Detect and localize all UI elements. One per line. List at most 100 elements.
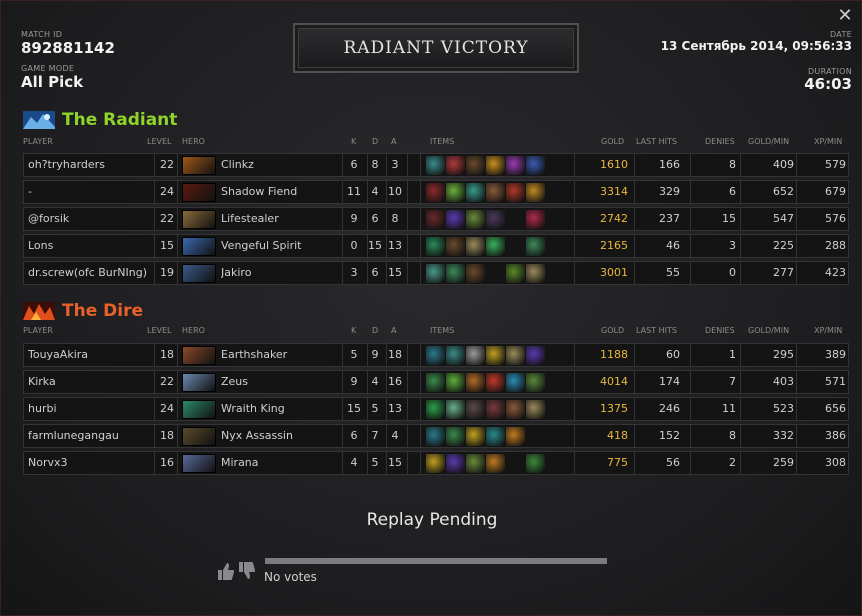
item-icon[interactable] [466,427,485,446]
item-icon[interactable] [466,264,485,283]
item-icon[interactable] [426,346,445,365]
column-header-gpm: GOLD/MIN [748,137,790,146]
item-icon[interactable] [426,427,445,446]
cell-player[interactable]: hurbi [28,398,153,420]
hero-portrait-icon[interactable] [182,264,216,283]
item-icon[interactable] [426,400,445,419]
item-icon[interactable] [486,427,505,446]
hero-portrait-icon[interactable] [182,237,216,256]
player-row[interactable]: hurbi 24 Wraith King 15 5 13 1375 246 11 523 656 [23,397,849,421]
item-icon[interactable] [446,156,465,175]
player-row[interactable]: TouyaAkira 18 Earthshaker 5 9 18 1188 60 1 295 389 [23,343,849,367]
item-icon[interactable] [426,183,445,202]
item-icon[interactable] [506,373,525,392]
cell-hero[interactable]: Zeus [221,371,341,393]
player-row[interactable]: Kirka 22 Zeus 9 4 16 4014 174 7 403 571 [23,370,849,394]
hero-portrait-icon[interactable] [182,156,216,175]
item-icon[interactable] [466,237,485,256]
item-icon[interactable] [526,346,545,365]
cell-hero[interactable]: Jakiro [221,262,341,284]
cell-player[interactable]: oh?tryharders [28,154,153,176]
item-icon[interactable] [466,210,485,229]
hero-portrait-icon[interactable] [182,346,216,365]
item-icon[interactable] [486,454,505,473]
item-icon[interactable] [446,183,465,202]
item-icon[interactable] [446,237,465,256]
item-icon[interactable] [486,237,505,256]
item-icon[interactable] [446,346,465,365]
item-icon[interactable] [446,373,465,392]
hero-portrait-icon[interactable] [182,373,216,392]
close-icon[interactable]: ✕ [837,7,853,25]
player-row[interactable]: farmlunegangau 18 Nyx Assassin 6 7 4 418 152 8 33… [23,424,849,448]
item-icon[interactable] [526,264,545,283]
item-icon[interactable] [446,427,465,446]
item-icon[interactable] [446,210,465,229]
cell-hero[interactable]: Lifestealer [221,208,341,230]
item-icon[interactable] [506,183,525,202]
item-icon[interactable] [426,210,445,229]
item-icon[interactable] [466,373,485,392]
hero-portrait-icon[interactable] [182,183,216,202]
item-icon[interactable] [526,400,545,419]
item-icon[interactable] [466,454,485,473]
player-row[interactable]: -24 Shadow Fiend 11 4 10 3314 329 6 652 679 [23,180,849,204]
cell-player[interactable]: farmlunegangau [28,425,153,447]
thumbs-down-icon[interactable] [237,561,255,581]
item-icon[interactable] [466,400,485,419]
item-icon[interactable] [466,156,485,175]
item-icon[interactable] [446,264,465,283]
item-icon[interactable] [426,156,445,175]
cell-hero[interactable]: Nyx Assassin [221,425,341,447]
cell-player[interactable]: @forsik [28,208,153,230]
item-icon[interactable] [426,373,445,392]
item-icon[interactable] [446,400,465,419]
player-row[interactable]: @forsik 22 Lifestealer 9 6 8 2742 237 15 547 576 [23,207,849,231]
column-divider [407,154,408,176]
cell-hero[interactable]: Wraith King [221,398,341,420]
item-icon[interactable] [506,427,525,446]
cell-player[interactable]: Kirka [28,371,153,393]
player-row[interactable]: Lons 15 Vengeful Spirit 0 15 13 2165 46 3 225 288 [23,234,849,258]
cell-hero[interactable]: Clinkz [221,154,341,176]
cell-player[interactable]: - [28,181,153,203]
thumbs-up-icon[interactable] [216,561,234,581]
item-icon[interactable] [426,264,445,283]
item-icon[interactable] [506,156,525,175]
player-row[interactable]: dr.screw(ofc BurNIng) 19 Jakiro 3 6 15 3001 55 0… [23,261,849,285]
hero-portrait-icon[interactable] [182,427,216,446]
hero-portrait-icon[interactable] [182,454,216,473]
cell-player[interactable]: TouyaAkira [28,344,153,366]
item-icon[interactable] [486,210,505,229]
item-icon[interactable] [506,346,525,365]
item-icon[interactable] [506,400,525,419]
player-row[interactable]: oh?tryharders 22 Clinkz 6 8 3 1610 166 8 409 579 [23,153,849,177]
item-icon[interactable] [526,237,545,256]
item-icon[interactable] [486,373,505,392]
cell-hero[interactable]: Earthshaker [221,344,341,366]
hero-portrait-icon[interactable] [182,210,216,229]
cell-hero[interactable]: Mirana [221,452,341,474]
item-icon[interactable] [446,454,465,473]
cell-player[interactable]: Lons [28,235,153,257]
item-icon[interactable] [526,373,545,392]
item-icon[interactable] [466,183,485,202]
player-row[interactable]: Norvx3 16 Mirana 4 5 15 775 56 2 259 308 [23,451,849,475]
item-icon[interactable] [486,346,505,365]
item-icon[interactable] [426,237,445,256]
cell-player[interactable]: dr.screw(ofc BurNIng) [28,262,153,284]
item-icon[interactable] [466,346,485,365]
item-icon[interactable] [486,183,505,202]
item-icon[interactable] [526,210,545,229]
item-icon[interactable] [506,264,525,283]
cell-hero[interactable]: Vengeful Spirit [221,235,341,257]
cell-hero[interactable]: Shadow Fiend [221,181,341,203]
item-icon[interactable] [426,454,445,473]
item-icon[interactable] [526,183,545,202]
hero-portrait-icon[interactable] [182,400,216,419]
item-icon[interactable] [526,156,545,175]
item-icon[interactable] [486,400,505,419]
item-icon[interactable] [526,454,545,473]
cell-player[interactable]: Norvx3 [28,452,153,474]
item-icon[interactable] [486,156,505,175]
